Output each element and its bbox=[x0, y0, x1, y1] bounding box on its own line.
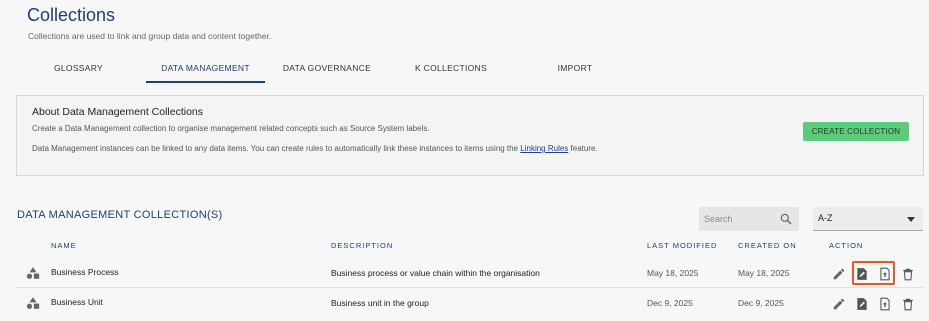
upload-file-icon[interactable] bbox=[878, 297, 892, 311]
search-icon[interactable] bbox=[779, 212, 793, 226]
row-last-modified: Dec 9, 2025 bbox=[647, 298, 693, 308]
pencil-icon[interactable] bbox=[832, 267, 846, 281]
about-linking-text-start: Data Management instances can be linked … bbox=[32, 144, 521, 153]
sort-value: A-Z bbox=[818, 213, 833, 223]
tab-data-governance[interactable]: DATA GOVERNANCE bbox=[277, 56, 377, 83]
tab-k-collections[interactable]: K COLLECTIONS bbox=[403, 56, 499, 83]
column-header-description[interactable]: DESCRIPTION bbox=[331, 241, 393, 250]
sort-select[interactable]: A-Z bbox=[813, 207, 923, 231]
shapes-icon bbox=[26, 267, 40, 279]
search-input[interactable] bbox=[699, 207, 775, 231]
page-subtitle: Collections are used to link and group d… bbox=[28, 31, 272, 41]
row-name[interactable]: Business Unit bbox=[51, 297, 103, 307]
about-title: About Data Management Collections bbox=[32, 106, 204, 118]
column-header-last-modified[interactable]: LAST MODIFIED bbox=[647, 241, 717, 250]
row-description: Business process or value chain within t… bbox=[331, 268, 540, 278]
create-collection-button[interactable]: CREATE COLLECTION bbox=[803, 122, 909, 141]
tab-import[interactable]: IMPORT bbox=[547, 56, 603, 83]
column-header-name[interactable]: NAME bbox=[51, 241, 77, 250]
tab-glossary[interactable]: GLOSSARY bbox=[27, 56, 130, 83]
row-divider bbox=[16, 287, 924, 288]
shapes-icon bbox=[26, 297, 40, 309]
row-description: Business unit in the group bbox=[331, 298, 429, 308]
row-name[interactable]: Business Process bbox=[51, 267, 119, 277]
table-row[interactable]: Business Unit Business unit in the group… bbox=[16, 289, 924, 317]
column-header-created-on[interactable]: CREATED ON bbox=[738, 241, 797, 250]
pencil-icon[interactable] bbox=[832, 297, 846, 311]
highlight-box bbox=[852, 261, 895, 285]
chevron-down-icon[interactable] bbox=[907, 217, 915, 222]
about-linking-text-end: feature. bbox=[568, 144, 598, 153]
search-box[interactable] bbox=[699, 207, 799, 231]
row-created-on: Dec 9, 2025 bbox=[738, 298, 784, 308]
linking-rules-link[interactable]: Linking Rules bbox=[520, 144, 568, 153]
column-header-action: ACTION bbox=[829, 241, 864, 250]
about-panel: About Data Management Collections Create… bbox=[16, 95, 924, 176]
about-description: Create a Data Management collection to o… bbox=[32, 124, 430, 133]
tab-data-management[interactable]: DATA MANAGEMENT bbox=[146, 56, 265, 83]
row-created-on: May 18, 2025 bbox=[738, 268, 790, 278]
trash-icon[interactable] bbox=[901, 267, 915, 281]
section-title: DATA MANAGEMENT COLLECTION(S) bbox=[17, 209, 223, 221]
table-row[interactable]: Business Process Business process or val… bbox=[16, 259, 924, 287]
row-last-modified: May 18, 2025 bbox=[647, 268, 699, 278]
tab-bar: GLOSSARY DATA MANAGEMENT DATA GOVERNANCE… bbox=[27, 56, 627, 84]
page-title: Collections bbox=[27, 5, 116, 25]
about-linking-text: Data Management instances can be linked … bbox=[32, 144, 598, 153]
edit-document-icon[interactable] bbox=[855, 297, 869, 311]
trash-icon[interactable] bbox=[901, 297, 915, 311]
